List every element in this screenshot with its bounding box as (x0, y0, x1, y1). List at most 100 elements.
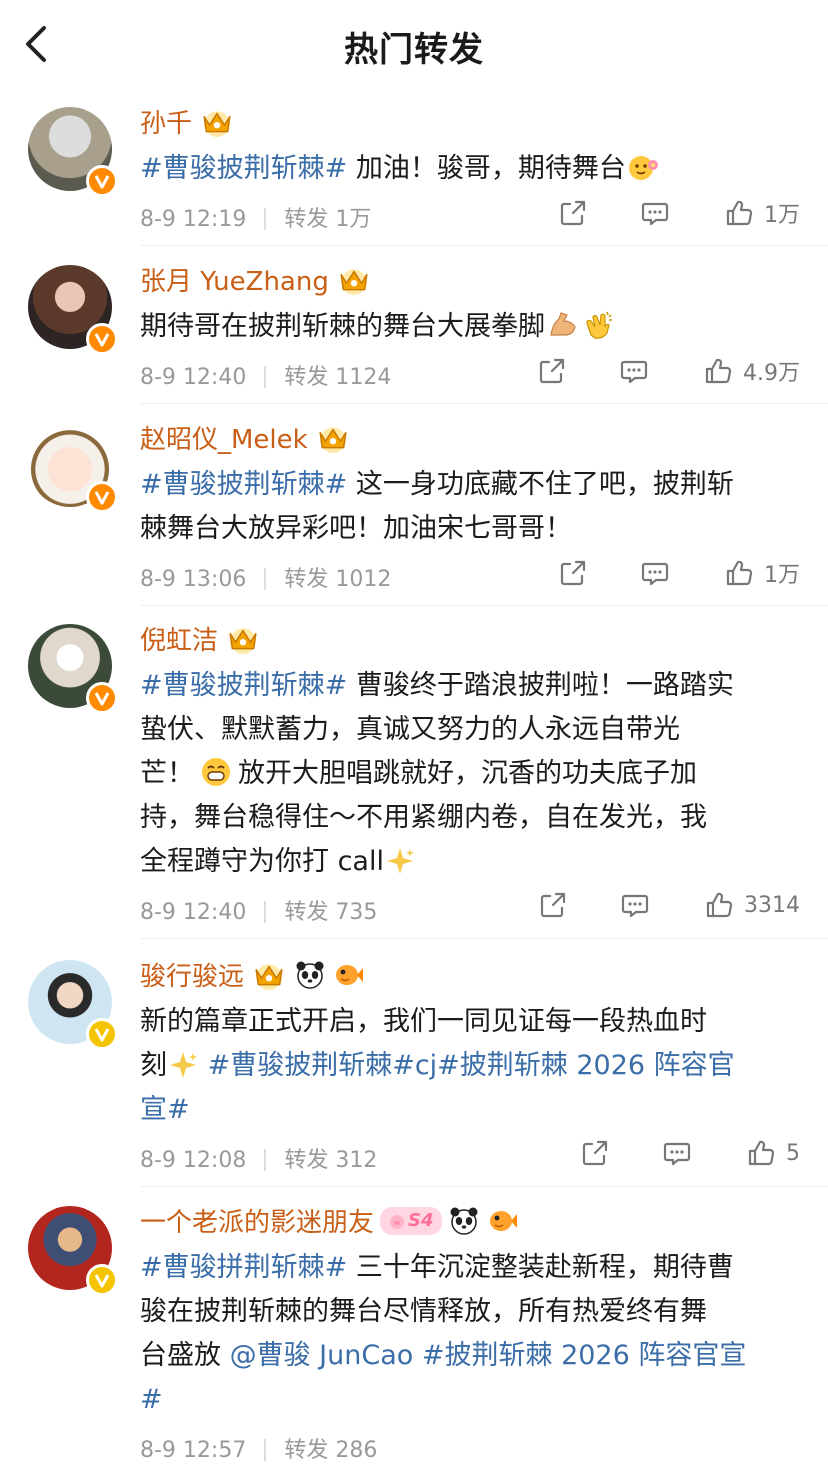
post-meta: 8-9 12:08 转发 312 (140, 1142, 377, 1174)
crown-icon (224, 623, 262, 655)
text-line: 骏在披荆斩棘的舞台尽情释放，所有热爱终有舞 (140, 1296, 707, 1327)
text-segment: 这一身功底藏不住了吧，披荆斩 (347, 469, 734, 500)
username-text[interactable]: 张月 YueZhang (140, 261, 329, 298)
repost-count: 转发 1万 (284, 207, 372, 232)
username-text[interactable]: 一个老派的影迷朋友 (140, 1202, 374, 1239)
verified-badge-icon (86, 165, 118, 197)
action-bar: 1万 (558, 557, 800, 589)
grinning-face-icon (198, 756, 234, 788)
like-icon (724, 558, 754, 588)
divider (140, 1186, 828, 1187)
like-count: 5 (786, 1140, 800, 1166)
action-bar: 4.9万 (537, 355, 800, 387)
like-icon (703, 356, 733, 386)
username[interactable]: 孙千 (140, 103, 236, 140)
repost-count: 转发 1012 (284, 567, 392, 592)
post-meta: 8-9 12:57 转发 286 (140, 1432, 377, 1464)
comment-icon[interactable] (620, 890, 650, 920)
sparkles-icon (384, 846, 416, 876)
post-meta: 8-9 13:06 转发 1012 (140, 561, 391, 593)
comment-icon[interactable] (619, 356, 649, 386)
text-segment: 芒！ (140, 758, 194, 789)
post-meta: 8-9 12:19 转发 1万 (140, 201, 371, 233)
divider (140, 605, 828, 606)
text-segment: 三十年沉淀整装赴新程，期待曹 (347, 1252, 734, 1283)
panda-icon (294, 959, 326, 991)
post-meta: 8-9 12:40 转发 735 (140, 894, 377, 926)
text-segment: 曹骏终于踏浪披荆啦！一路踏实 (347, 670, 734, 701)
like-button[interactable]: 1万 (724, 557, 800, 589)
text-line: 持，舞台稳得住～不用紧绷内卷，自在发光，我 (140, 802, 707, 833)
like-count: 3314 (744, 892, 800, 918)
fish-icon (332, 959, 364, 991)
top-bar: 热门转发 (0, 0, 828, 90)
post-text: #曹骏拼荆斩棘# 三十年沉淀整装赴新程，期待曹 骏在披荆斩棘的舞台尽情释放，所有… (140, 1246, 804, 1422)
crown-icon (198, 106, 236, 138)
username[interactable]: 倪虹洁 (140, 620, 262, 657)
repost-count: 转发 1124 (284, 365, 392, 390)
divider (140, 938, 828, 939)
topic-link[interactable]: # (140, 1378, 804, 1422)
action-bar: 5 (580, 1138, 800, 1168)
post-meta: 8-9 12:40 转发 1124 (140, 359, 391, 391)
username[interactable]: 赵昭仪_Melek (140, 419, 352, 456)
verified-badge-icon (86, 682, 118, 714)
timestamp: 8-9 12:08 (140, 1148, 247, 1173)
panda-icon (448, 1205, 480, 1237)
comment-icon[interactable] (640, 198, 670, 228)
verified-badge-icon (86, 1264, 118, 1296)
username-text[interactable]: 赵昭仪_Melek (140, 419, 308, 456)
share-icon[interactable] (580, 1138, 610, 1168)
comment-icon[interactable] (640, 558, 670, 588)
repost-count: 转发 286 (284, 1438, 378, 1463)
username[interactable]: 骏行骏远 (140, 956, 364, 993)
topic-link[interactable]: #曹骏披荆斩棘# (140, 153, 347, 184)
comment-icon[interactable] (662, 1138, 692, 1168)
username[interactable]: 一个老派的影迷朋友 S4 (140, 1202, 518, 1239)
like-count: 1万 (764, 563, 800, 588)
post-text: #曹骏披荆斩棘# 曹骏终于踏浪披荆啦！一路踏实 蛰伏、默默蓄力，真诚又努力的人永… (140, 664, 804, 884)
username-text[interactable]: 孙千 (140, 103, 192, 140)
like-button[interactable]: 4.9万 (703, 355, 800, 387)
fish-icon (486, 1205, 518, 1237)
post-text: #曹骏披荆斩棘# 加油！骏哥，期待舞台 (140, 147, 804, 191)
topic-link[interactable]: #曹骏披荆斩棘# (140, 670, 347, 701)
divider (140, 245, 828, 246)
timestamp: 8-9 12:57 (140, 1438, 247, 1463)
like-count: 4.9万 (743, 361, 800, 386)
topic-link[interactable]: #曹骏披荆斩棘# (140, 469, 347, 500)
text-segment: 期待哥在披荆斩棘的舞台大展拳脚 (140, 311, 545, 342)
like-button[interactable]: 5 (746, 1138, 800, 1168)
crown-icon (314, 422, 352, 454)
repost-count: 转发 312 (284, 1148, 378, 1173)
text-line: 蛰伏、默默蓄力，真诚又努力的人永远自带光 (140, 714, 680, 745)
share-icon[interactable] (538, 890, 568, 920)
topic-link[interactable]: #曹骏披荆斩棘#cj#披荆斩棘 2026 阵容官 (199, 1050, 735, 1081)
crown-icon (250, 959, 288, 991)
like-icon (746, 1138, 776, 1168)
action-bar: 3314 (538, 890, 800, 920)
like-icon (724, 198, 754, 228)
repost-count: 转发 735 (284, 900, 378, 925)
like-button[interactable]: 3314 (704, 890, 800, 920)
pig-icon (390, 1214, 405, 1229)
share-icon[interactable] (558, 198, 588, 228)
timestamp: 8-9 13:06 (140, 567, 247, 592)
username[interactable]: 张月 YueZhang (140, 261, 373, 298)
verified-badge-icon (86, 1018, 118, 1050)
topic-link[interactable]: 宣# (140, 1088, 804, 1132)
share-icon[interactable] (558, 558, 588, 588)
post-text: #曹骏披荆斩棘# 这一身功底藏不住了吧，披荆斩 棘舞台大放异彩吧！加油宋七哥哥！ (140, 463, 804, 551)
crown-icon (335, 264, 373, 296)
verified-badge-icon (86, 481, 118, 513)
topic-link[interactable]: #曹骏拼荆斩棘# (140, 1252, 347, 1283)
clapping-hands-icon (581, 309, 617, 341)
username-text[interactable]: 骏行骏远 (140, 956, 244, 993)
text-segment: 刻 (140, 1050, 167, 1081)
timestamp: 8-9 12:40 (140, 900, 247, 925)
username-text[interactable]: 倪虹洁 (140, 620, 218, 657)
mention-link[interactable]: @曹骏 JunCao #披荆斩棘 2026 阵容官宣 (230, 1340, 747, 1371)
like-button[interactable]: 1万 (724, 197, 800, 229)
flexed-biceps-icon (545, 309, 581, 341)
share-icon[interactable] (537, 356, 567, 386)
